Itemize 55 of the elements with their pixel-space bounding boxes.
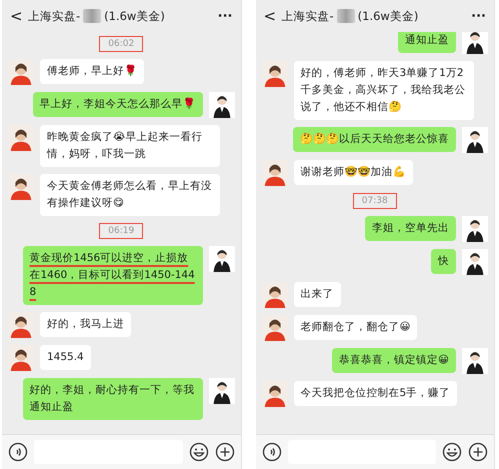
avatar[interactable] xyxy=(262,160,288,186)
avatar[interactable] xyxy=(8,59,34,85)
avatar[interactable] xyxy=(262,61,288,87)
voice-icon[interactable] xyxy=(262,442,282,462)
more-button[interactable]: ··· xyxy=(218,8,232,24)
message-bubble: 老师翻仓了，翻仓了😀 xyxy=(294,315,418,340)
message-bubble: 傅老师，早上好🌹 xyxy=(40,59,144,84)
avatar[interactable] xyxy=(262,282,288,308)
message-bubble: 早上好，李姐今天怎么那么早🌹 xyxy=(32,92,202,117)
avatar[interactable] xyxy=(462,32,488,54)
message-bubble: 快 xyxy=(431,249,456,274)
timestamp: 06:19 xyxy=(99,223,144,239)
avatar[interactable] xyxy=(8,345,34,371)
timestamp: 07:38 xyxy=(352,193,397,209)
plus-icon[interactable] xyxy=(468,442,488,462)
message-bubble: 🤔🤔🤔以后天天给您老公惊喜 xyxy=(293,127,456,152)
message-bubble: 李姐，空单先出 xyxy=(365,216,456,241)
chat-title: 上海实盘- xyxy=(28,8,80,24)
back-button[interactable]: < xyxy=(10,7,22,25)
message-bubble: 今天黄金傅老师怎么看，早上有没有操作建议呀😋 xyxy=(40,174,220,216)
avatar[interactable] xyxy=(8,312,34,338)
back-button[interactable]: < xyxy=(264,7,276,25)
message-bubble: 恭喜恭喜，镇定镇定😀 xyxy=(332,348,456,373)
avatar[interactable] xyxy=(462,249,488,275)
emoji-icon[interactable] xyxy=(442,442,462,462)
avatar[interactable] xyxy=(262,315,288,341)
message-bubble: 昨晚黄金疯了😭早上起来一看行情，妈呀，吓我一跳 xyxy=(40,125,220,167)
more-button[interactable]: ··· xyxy=(471,8,486,24)
avatar[interactable] xyxy=(462,348,488,374)
voice-icon[interactable] xyxy=(8,442,28,462)
message-bubble: 好的，我马上进 xyxy=(40,312,131,337)
avatar[interactable] xyxy=(208,246,234,272)
avatar[interactable] xyxy=(208,378,234,404)
message-bubble: 出来了 xyxy=(294,282,340,307)
avatar[interactable] xyxy=(8,125,34,151)
avatar[interactable] xyxy=(462,127,488,153)
plus-icon[interactable] xyxy=(214,442,234,462)
blurred-mask xyxy=(336,9,355,23)
message-bubble: 今天我把仓位控制在5手，赚了 xyxy=(294,381,458,406)
blurred-mask xyxy=(83,9,102,23)
group-note: (1.6w美金) xyxy=(358,8,418,24)
message-bubble: 好的，傅老师，昨天3单赚了1万2千多美金，高兴坏了，我给我老公说了，他还不相信🤔 xyxy=(294,61,474,120)
timestamp: 06:02 xyxy=(99,36,144,52)
avatar[interactable] xyxy=(262,381,288,407)
message-bubble: 黄金现价1456可以进空，止损放在1460，目标可以看到1450-1448 xyxy=(22,246,202,305)
avatar[interactable] xyxy=(462,216,488,242)
group-note: (1.6w美金) xyxy=(104,8,165,24)
avatar[interactable] xyxy=(8,174,34,200)
message-bubble: 好的，李姐，耐心持有一下，等我通知止盈 xyxy=(22,378,202,420)
chat-title: 上海实盘- xyxy=(282,8,334,24)
message-bubble: 谢谢老师🤓🤓加油💪 xyxy=(294,160,412,185)
message-bubble: 1455.4 xyxy=(40,345,91,370)
avatar[interactable] xyxy=(208,92,234,118)
message-bubble: 通知止盈 xyxy=(398,32,456,53)
emoji-icon[interactable] xyxy=(188,442,208,462)
